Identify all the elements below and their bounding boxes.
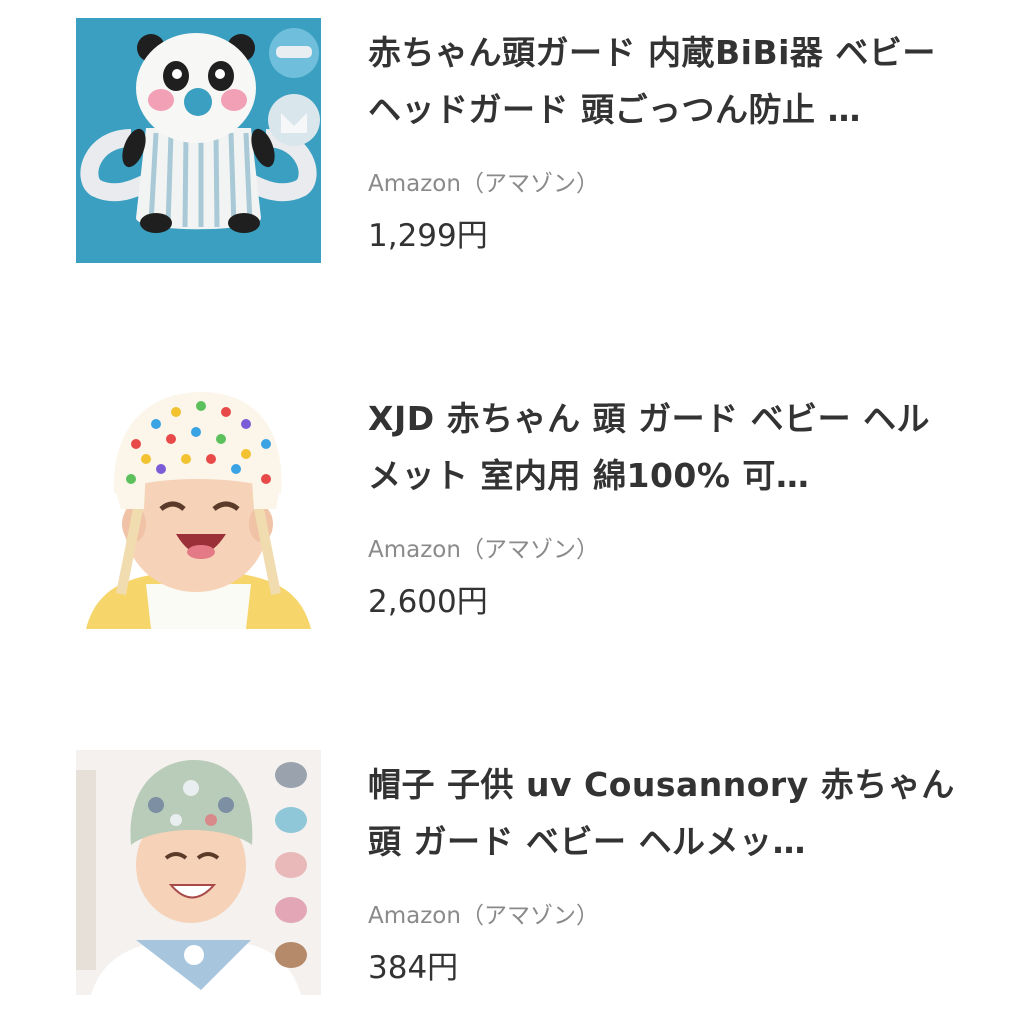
product-info: 赤ちゃん頭ガード 内蔵BiBi器 ベビーヘッドガード 頭ごっつん防止 … Ama… — [368, 24, 958, 256]
product-title[interactable]: 帽子 子供 uv Cousannory 赤ちゃん 頭 ガード ベビー ヘルメッ… — [368, 756, 958, 870]
toddler-uv-hat-image[interactable] — [76, 750, 321, 995]
product-price: 384円 — [368, 950, 459, 986]
store-name: Amazon（アマゾン） — [368, 537, 599, 563]
product-price: 1,299円 — [368, 218, 488, 254]
product-card[interactable]: 帽子 子供 uv Cousannory 赤ちゃん 頭 ガード ベビー ヘルメッ…… — [0, 732, 1015, 1022]
store-name: Amazon（アマゾン） — [368, 903, 599, 929]
panda-head-guard-image[interactable] — [76, 18, 321, 263]
product-card[interactable]: 赤ちゃん頭ガード 内蔵BiBi器 ベビーヘッドガード 頭ごっつん防止 … Ama… — [0, 0, 1015, 290]
baby-helmet-image[interactable] — [76, 384, 321, 629]
product-price: 2,600円 — [368, 584, 488, 620]
store-name: Amazon（アマゾン） — [368, 171, 599, 197]
product-title[interactable]: XJD 赤ちゃん 頭 ガード ベビー ヘルメット 室内用 綿100% 可… — [368, 390, 958, 504]
product-info: 帽子 子供 uv Cousannory 赤ちゃん 頭 ガード ベビー ヘルメッ…… — [368, 756, 958, 988]
product-card[interactable]: XJD 赤ちゃん 頭 ガード ベビー ヘルメット 室内用 綿100% 可… Am… — [0, 366, 1015, 656]
product-info: XJD 赤ちゃん 頭 ガード ベビー ヘルメット 室内用 綿100% 可… Am… — [368, 390, 958, 622]
product-title[interactable]: 赤ちゃん頭ガード 内蔵BiBi器 ベビーヘッドガード 頭ごっつん防止 … — [368, 24, 958, 138]
